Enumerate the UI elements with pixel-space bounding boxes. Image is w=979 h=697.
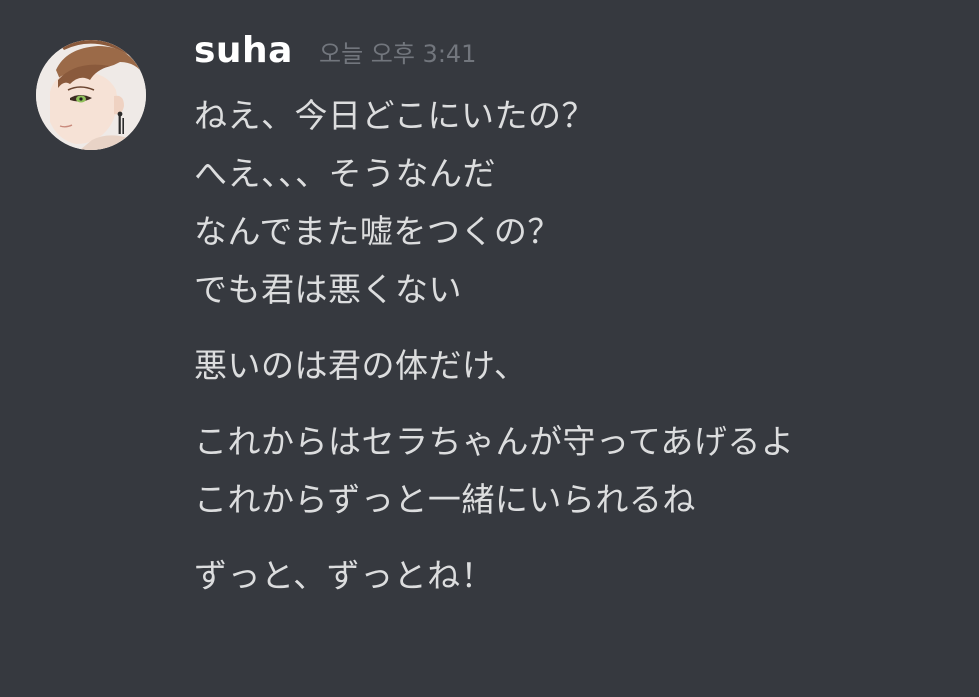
chat-message: suha 오늘 오후 3:41 ねえ、今日どこにいたの？ へえ、、、そうなんだ …	[0, 0, 979, 697]
message-line: でも君は悪くない	[194, 270, 462, 309]
user-avatar[interactable]	[36, 40, 146, 150]
message-line: ねえ、今日どこにいたの？	[194, 96, 596, 135]
message-content: ねえ、今日どこにいたの？ へえ、、、そうなんだ なんでまた嘘をつくの？ でも君は…	[194, 87, 974, 605]
author-username[interactable]: suha	[194, 30, 293, 71]
message-line: 悪いのは君の体だけ、	[194, 346, 528, 385]
message-line: へえ、、、そうなんだ	[194, 154, 496, 193]
message-line: これからはセラちゃんが守ってあげるよ	[194, 422, 795, 461]
message-header: suha 오늘 오후 3:41	[194, 30, 476, 74]
message-line: なんでまた嘘をつくの？	[194, 212, 561, 251]
message-timestamp: 오늘 오후 3:41	[318, 40, 477, 68]
message-line: ずっと、ずっとね！	[194, 556, 495, 595]
anime-character-avatar-icon	[36, 40, 146, 150]
message-line: これからずっと一緒にいられるね	[194, 480, 696, 519]
